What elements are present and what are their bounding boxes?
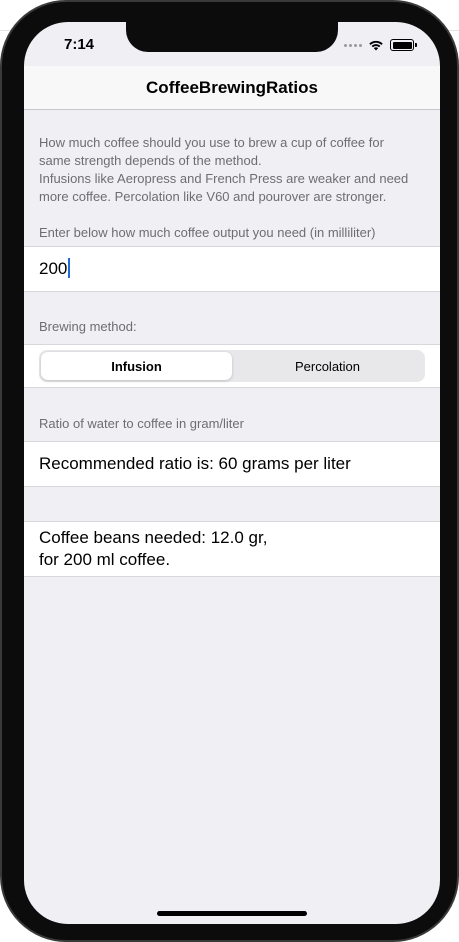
navigation-bar: CoffeeBrewingRatios xyxy=(24,66,440,110)
brewing-method-segmented-control[interactable]: Infusion Percolation xyxy=(39,350,425,382)
ratio-cell: Recommended ratio is: 60 grams per liter xyxy=(24,441,440,487)
cellular-dots-icon xyxy=(344,43,362,47)
coffee-output-field[interactable]: 200 xyxy=(24,246,440,292)
ratio-section-header: Ratio of water to coffee in gram/liter xyxy=(39,416,244,431)
status-time: 7:14 xyxy=(64,36,95,53)
segment-percolation[interactable]: Percolation xyxy=(232,352,423,380)
coffee-output-value[interactable]: 200 xyxy=(39,259,67,278)
battery-icon xyxy=(390,39,417,51)
intro-line: Infusions like Aeropress and French Pres… xyxy=(39,171,409,186)
wifi-icon xyxy=(369,40,383,51)
intro-line: more coffee. Percolation like V60 and po… xyxy=(39,189,387,204)
notch xyxy=(126,22,338,52)
method-section-header: Brewing method: xyxy=(39,319,137,334)
intro-line: How much coffee should you use to brew a… xyxy=(39,135,384,150)
segment-infusion[interactable]: Infusion xyxy=(41,352,232,380)
nav-title: CoffeeBrewingRatios xyxy=(146,77,318,97)
coffee-output-summary-text: for 200 ml coffee. xyxy=(39,550,171,569)
intro-text: How much coffee should you use to brew a… xyxy=(39,134,429,206)
intro-line: same strength depends of the method. xyxy=(39,153,262,168)
phone-frame: 7:14 CoffeeBrewingRatios How much coffee… xyxy=(0,0,459,942)
output-section-header: Enter below how much coffee output you n… xyxy=(39,225,376,240)
coffee-beans-needed-text: Coffee beans needed: 12.0 gr, xyxy=(39,528,268,547)
status-icons xyxy=(344,38,417,52)
home-indicator[interactable] xyxy=(157,911,307,916)
app-screen: 7:14 CoffeeBrewingRatios How much coffee… xyxy=(24,22,440,924)
text-cursor xyxy=(68,258,71,278)
recommended-ratio-text: Recommended ratio is: 60 grams per liter xyxy=(39,454,351,473)
brewing-method-cell: Infusion Percolation xyxy=(24,344,440,388)
result-cell: Coffee beans needed: 12.0 gr, for 200 ml… xyxy=(24,521,440,577)
